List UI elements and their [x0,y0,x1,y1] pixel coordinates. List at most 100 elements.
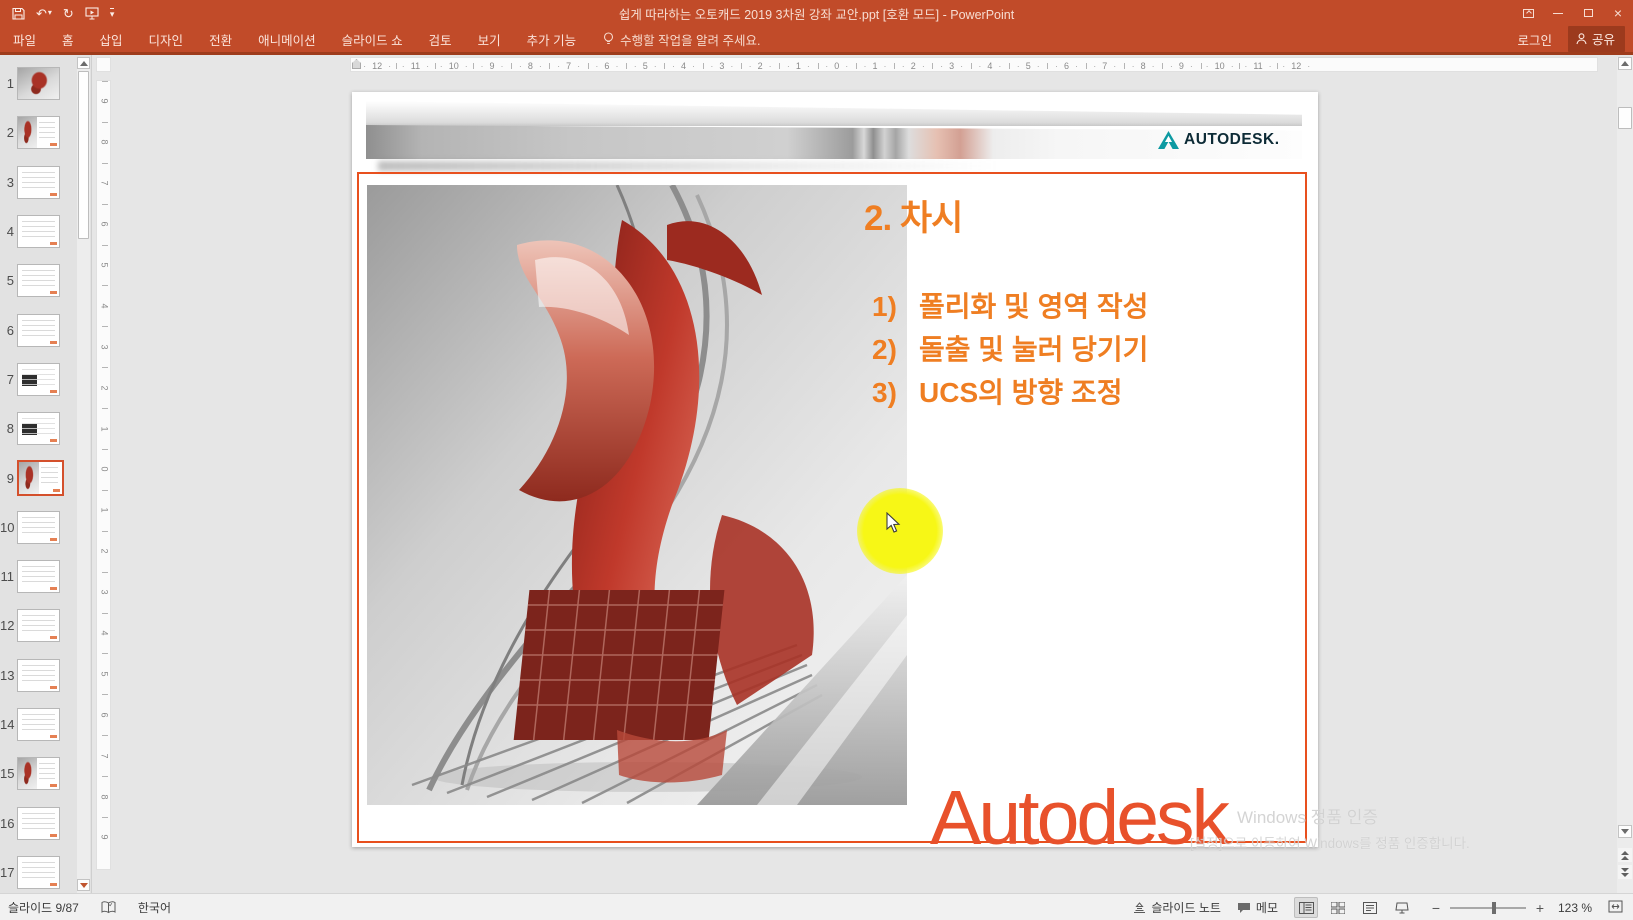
slide-number: 1 [0,76,17,91]
ruler-tick-label: 11 [1239,58,1277,72]
save-button[interactable] [12,7,25,20]
previous-slide-button[interactable] [1618,848,1632,862]
ribbon-tab[interactable]: 추가 기능 [514,26,589,52]
ruler-tick-label: 10 [435,58,473,72]
slide-title[interactable]: 2. 차시 [864,190,962,241]
normal-view-button[interactable] [1294,897,1318,918]
comments-toggle-button[interactable]: 메모 [1237,899,1278,916]
ribbon-tab[interactable]: 디자인 [136,26,197,52]
slideshow-icon [85,7,99,20]
ribbon-tabs: 파일홈삽입디자인전환애니메이션슬라이드 쇼검토보기추가 기능 [0,26,589,52]
thumbnail-scrollbar-thumb[interactable] [78,71,89,239]
slide-sorter-icon [1331,902,1345,914]
slide-thumbnail[interactable]: 2 [0,108,76,157]
agenda-item[interactable]: 3) UCS의 방향 조정 [872,378,1148,408]
autodesk-triangle-icon [1158,131,1179,149]
zoom-percentage[interactable]: 123 % [1554,901,1592,915]
undo-dropdown-icon: ▾ [48,9,52,17]
minimize-button[interactable] [1543,0,1573,26]
slide-thumbnail-preview [17,363,60,396]
ribbon-tab[interactable]: 홈 [49,26,87,52]
restore-button[interactable] [1573,0,1603,26]
slide-number: 5 [0,273,17,288]
thumbnail-text-lines [22,813,55,830]
redo-button[interactable]: ↻ [63,7,74,20]
ribbon-tab[interactable]: 파일 [0,26,49,52]
ribbon-display-options-icon [1523,9,1534,18]
slide-thumbnail[interactable]: 16 [0,798,76,847]
fit-to-window-button[interactable] [1608,900,1623,916]
undo-button[interactable]: ↶▾ [36,7,52,20]
slide-indicator[interactable]: 슬라이드 9/87 [8,899,79,916]
slide-thumbnail[interactable]: 12 [0,601,76,650]
customize-qat-button[interactable]: ▾ [110,8,115,19]
zoom-slider-track[interactable] [1450,907,1526,909]
start-slideshow-button[interactable] [85,7,99,20]
slide-thumbnail[interactable]: 6 [0,305,76,354]
slide-thumbnail[interactable]: 17 [0,848,76,897]
slide-thumbnail[interactable]: 11 [0,552,76,601]
slide-thumbnail-preview [17,116,60,149]
slide-thumbnail-preview [17,264,60,297]
thumbnail-text-lines [22,566,55,583]
slide-number: 16 [0,816,17,831]
agenda-list[interactable]: 1) 폴리화 및 영역 작성 2) 돌출 및 눌러 당기기 3) UCS의 방향… [872,292,1148,421]
ribbon-tab[interactable]: 보기 [465,26,514,52]
agenda-item[interactable]: 1) 폴리화 및 영역 작성 [872,292,1148,322]
slide-thumbnail[interactable]: 10 [0,503,76,552]
scroll-down-icon [80,883,88,888]
thumbnail-text-lines [22,369,55,386]
language-button[interactable]: 한국어 [138,899,171,916]
share-button[interactable]: 공유 [1568,26,1625,52]
slide-canvas[interactable]: AUTODESK. [352,92,1318,847]
thumbnail-scroll-down-button[interactable] [77,879,90,891]
scroll-up-button[interactable] [1618,57,1632,70]
slide-thumbnail[interactable]: 4 [0,207,76,256]
next-slide-button[interactable] [1618,865,1632,879]
slide-thumbnail[interactable]: 15 [0,749,76,798]
slide-sorter-view-button[interactable] [1326,897,1350,918]
reading-view-button[interactable] [1358,897,1382,918]
tell-me-box[interactable]: 수행할 작업을 알려 주세요. [589,30,760,49]
ribbon-tab[interactable]: 슬라이드 쇼 [329,26,416,52]
notes-toggle-button[interactable]: 슬라이드 노트 [1133,899,1221,916]
slideshow-view-button[interactable] [1390,897,1414,918]
slide-thumbnail[interactable]: 14 [0,700,76,749]
sculpture-image[interactable] [367,185,907,805]
slide-thumbnail[interactable]: 13 [0,651,76,700]
slide-number: 15 [0,766,17,781]
thumbnail-image [18,758,37,789]
ribbon-tab[interactable]: 삽입 [87,26,136,52]
autodesk-wordmark[interactable]: Autodesk [930,780,1227,857]
ribbon-tab[interactable]: 검토 [416,26,465,52]
proofing-status-button[interactable] [101,901,116,914]
ruler-tick-label: 4 [971,58,1009,72]
slide-thumbnail[interactable]: 7 [0,355,76,404]
slide-thumbnail-preview [17,659,60,692]
slide-thumbnail[interactable]: 5 [0,256,76,305]
close-button[interactable]: × [1603,0,1633,26]
main-scrollbar-thumb[interactable] [1618,107,1632,129]
slide-thumbnail-preview [17,67,60,100]
slide-thumbnail[interactable]: 9 [0,453,76,502]
agenda-item[interactable]: 2) 돌출 및 눌러 당기기 [872,335,1148,365]
thumbnail-scroll-up-button[interactable] [77,57,90,69]
ruler-tick-label: 7 [549,58,587,72]
zoom-out-button[interactable]: − [1430,900,1442,916]
thumbnail-text-lines [22,172,55,189]
login-button[interactable]: 로그인 [1511,28,1558,51]
agenda-item-text: UCS의 방향 조정 [919,378,1122,408]
scroll-down-button[interactable] [1618,825,1632,838]
ruler-tick-label: 6 [1047,58,1085,72]
ribbon-tab[interactable]: 전환 [196,26,245,52]
ribbon-display-options-button[interactable] [1513,0,1543,26]
ruler-tick-label: 4 [97,613,111,654]
zoom-in-button[interactable]: + [1534,900,1546,916]
lightbulb-icon [603,32,614,46]
ribbon-tab[interactable]: 애니메이션 [245,26,329,52]
thumbnail-text-lines [22,862,55,879]
slide-thumbnail[interactable]: 1 [0,59,76,108]
slide-thumbnail[interactable]: 3 [0,158,76,207]
zoom-slider-thumb[interactable] [1492,902,1496,914]
slide-thumbnail[interactable]: 8 [0,404,76,453]
